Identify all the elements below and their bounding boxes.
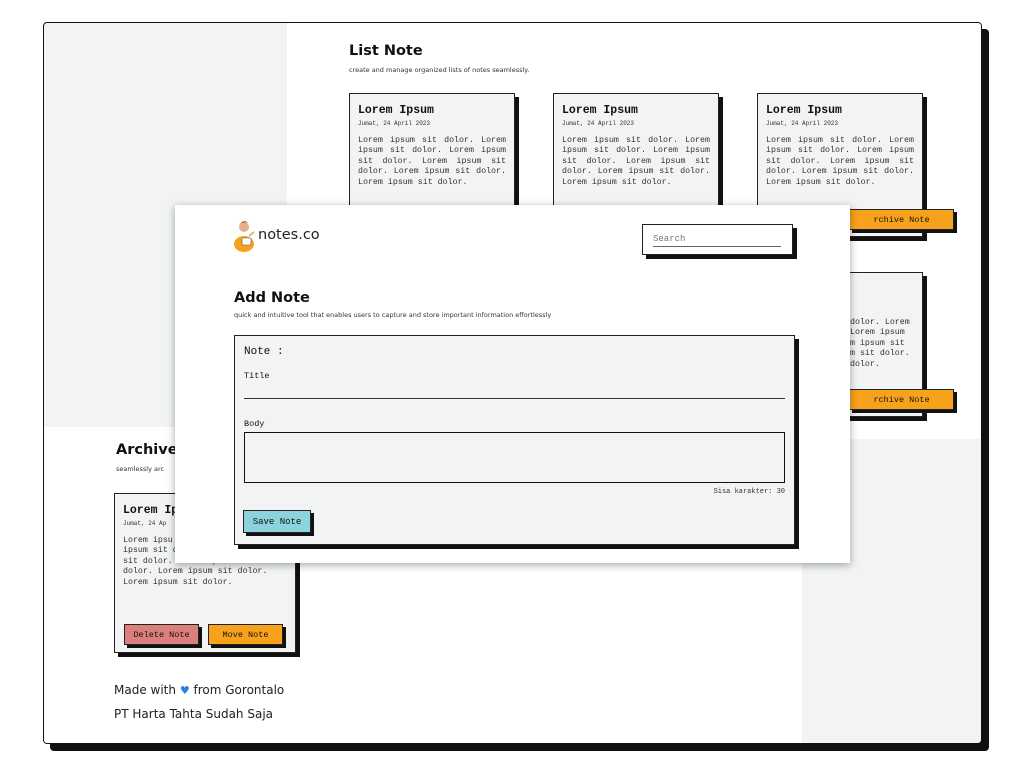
archive-subtitle: seamlessly arc — [116, 465, 165, 473]
note-date: Jumat, 24 April 2023 — [358, 120, 431, 127]
char-counter: Sisa karakter: 30 — [713, 488, 785, 496]
archive-title: Archive — [116, 442, 178, 458]
note-body: Lorem ipsum sit dolor. Lorem ipsum sit d… — [358, 136, 506, 187]
note-body: Lorem ipsum sit dolor. Lorem ipsum sit d… — [562, 136, 710, 187]
list-note-title: List Note — [349, 43, 423, 59]
note-body: dolor. Lorem Lorem ipsum m ipsum sit m s… — [850, 318, 910, 369]
note-title: Lorem Ipsum — [562, 104, 638, 117]
note-title: Lorem Ipsum — [358, 104, 434, 117]
title-input[interactable] — [244, 380, 785, 399]
note-card: Lorem Ipsum Jumat, 24 April 2023 Lorem i… — [553, 93, 719, 213]
save-note-button[interactable]: Save Note — [243, 510, 311, 533]
logo-figure-icon — [234, 221, 255, 252]
body-label: Body — [244, 419, 265, 429]
add-note-window: notes.co Add Note quick and intuitive to… — [175, 205, 850, 563]
delete-note-button[interactable]: Delete Note — [124, 624, 199, 645]
heart-icon: ♥ — [179, 684, 190, 697]
footer-made-with: Made with ♥ from Gorontalo — [114, 683, 284, 697]
add-note-title: Add Note — [234, 290, 310, 306]
note-date: Jumat, 24 April 2023 — [562, 120, 635, 127]
move-note-button[interactable]: Move Note — [208, 624, 283, 645]
list-note-subtitle: create and manage organized lists of not… — [349, 66, 530, 74]
logo-text: notes.co — [258, 227, 320, 243]
add-note-subtitle: quick and intuitive tool that enables us… — [234, 311, 552, 319]
note-title: Lorem Ipsum — [766, 104, 842, 117]
form-label: Note : — [244, 346, 284, 358]
footer-made-with-text: Made with — [114, 683, 176, 697]
note-body: Lorem ipsum sit dolor. Lorem ipsum sit d… — [766, 136, 914, 187]
note-card: Lorem Ipsum Jumat, 24 April 2023 Lorem i… — [349, 93, 515, 213]
footer-company: PT Harta Tahta Sudah Saja — [114, 707, 274, 721]
search-input[interactable] — [653, 232, 781, 247]
archive-note-button[interactable]: rchive Note — [849, 389, 954, 410]
body-textarea[interactable] — [244, 432, 785, 483]
archive-note-button[interactable]: rchive Note — [849, 209, 954, 230]
note-date: Jumat, 24 April 2023 — [766, 120, 839, 127]
logo[interactable]: notes.co — [232, 216, 320, 254]
search-box — [642, 224, 793, 255]
footer-from-text: from Gorontalo — [193, 683, 285, 697]
add-note-form: Note : Title Body Sisa karakter: 30 Save… — [234, 335, 795, 545]
